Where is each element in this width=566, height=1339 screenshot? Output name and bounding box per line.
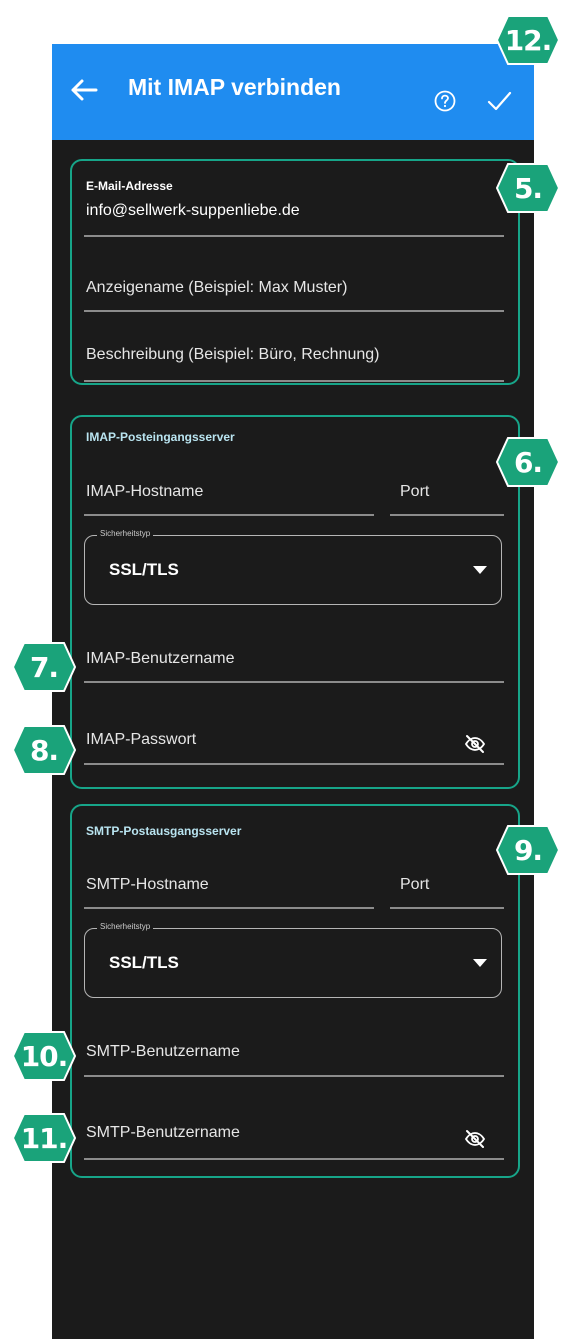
step-badge-9: 9.	[496, 824, 560, 876]
imap-hostname-underline	[84, 514, 374, 516]
caret-down-icon	[473, 959, 487, 967]
email-label: E-Mail-Adresse	[86, 179, 173, 193]
step-badge-10: 10.	[12, 1030, 76, 1082]
step-badge-11: 11.	[12, 1112, 76, 1164]
smtp-username-underline	[84, 1075, 504, 1077]
step-badge-9-label: 9.	[513, 833, 543, 867]
description-field[interactable]: Beschreibung (Beispiel: Büro, Rechnung)	[86, 346, 380, 364]
step-badge-7-label: 7.	[29, 650, 59, 684]
smtp-section: SMTP-Postausgangsserver SMTP-Hostname Po…	[70, 804, 520, 1178]
smtp-security-label: Sicherheitstyp	[97, 922, 154, 931]
imap-password-field[interactable]: IMAP-Passwort	[86, 731, 196, 749]
step-badge-10-label: 10.	[20, 1039, 69, 1073]
email-underline	[84, 235, 504, 237]
email-field[interactable]: info@sellwerk-suppenliebe.de	[86, 202, 300, 220]
description-underline	[84, 380, 504, 382]
check-icon[interactable]	[484, 86, 514, 116]
help-circle-icon[interactable]	[434, 90, 456, 112]
step-badge-5-label: 5.	[513, 171, 543, 205]
smtp-security-value: SSL/TLS	[109, 953, 179, 972]
imap-security-label: Sicherheitstyp	[97, 529, 154, 538]
caret-down-icon	[473, 566, 487, 574]
imap-header: IMAP-Posteingangsserver	[86, 430, 235, 444]
step-badge-7: 7.	[12, 641, 76, 693]
display-name-field[interactable]: Anzeigename (Beispiel: Max Muster)	[86, 279, 347, 297]
smtp-port-underline	[390, 907, 504, 909]
imap-password-underline	[84, 763, 504, 765]
step-badge-8-label: 8.	[29, 733, 59, 767]
app-screen: Mit IMAP verbinden E-Mail-Adresse info@s…	[52, 44, 534, 1339]
smtp-hostname-field[interactable]: SMTP-Hostname	[86, 876, 209, 894]
step-badge-6: 6.	[496, 436, 560, 488]
step-badge-12-label: 12.	[504, 23, 553, 57]
page-title: Mit IMAP verbinden	[128, 74, 341, 100]
step-badge-11-label: 11.	[20, 1121, 69, 1155]
eye-off-icon[interactable]	[464, 1128, 486, 1150]
smtp-password-field[interactable]: SMTP-Benutzername	[86, 1124, 240, 1142]
account-section: E-Mail-Adresse info@sellwerk-suppenliebe…	[70, 159, 520, 385]
imap-username-field[interactable]: IMAP-Benutzername	[86, 650, 235, 668]
display-name-underline	[84, 310, 504, 312]
smtp-hostname-underline	[84, 907, 374, 909]
imap-security-value: SSL/TLS	[109, 560, 179, 579]
eye-off-icon[interactable]	[464, 733, 486, 755]
smtp-username-field[interactable]: SMTP-Benutzername	[86, 1043, 240, 1061]
imap-hostname-field[interactable]: IMAP-Hostname	[86, 483, 203, 501]
step-badge-12: 12.	[496, 14, 560, 66]
imap-port-underline	[390, 514, 504, 516]
step-badge-5: 5.	[496, 162, 560, 214]
smtp-header: SMTP-Postausgangsserver	[86, 824, 242, 838]
smtp-port-field[interactable]: Port	[400, 876, 429, 894]
imap-security-select[interactable]: Sicherheitstyp SSL/TLS	[84, 529, 502, 605]
smtp-password-underline	[84, 1158, 504, 1160]
imap-port-field[interactable]: Port	[400, 483, 429, 501]
step-badge-8: 8.	[12, 724, 76, 776]
smtp-security-select[interactable]: Sicherheitstyp SSL/TLS	[84, 922, 502, 998]
imap-username-underline	[84, 681, 504, 683]
app-bar: Mit IMAP verbinden	[52, 44, 534, 140]
arrow-left-icon[interactable]	[66, 72, 102, 108]
imap-section: IMAP-Posteingangsserver IMAP-Hostname Po…	[70, 415, 520, 789]
step-badge-6-label: 6.	[513, 445, 543, 479]
